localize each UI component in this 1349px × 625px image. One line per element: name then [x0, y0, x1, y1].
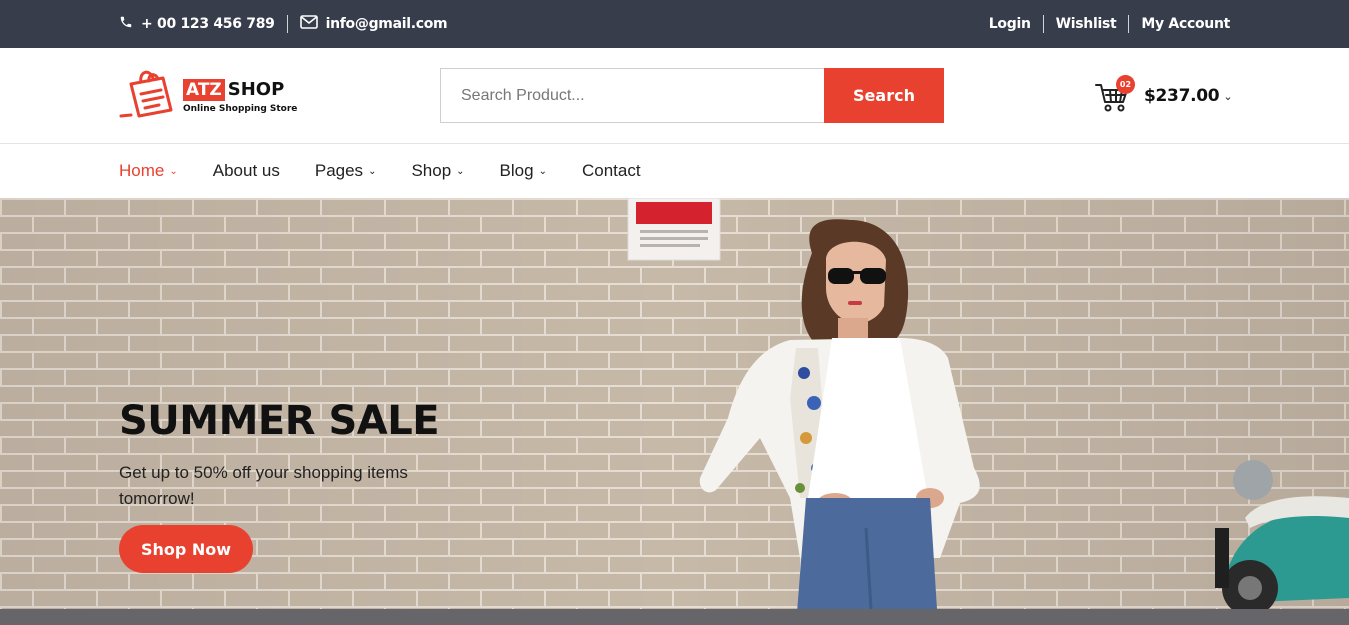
nav-item-contact[interactable]: Contact	[582, 161, 641, 181]
site-logo[interactable]: ATZ SHOP Online Shopping Store	[119, 68, 297, 124]
cart-total: $237.00	[1144, 86, 1220, 106]
nav-item-blog[interactable]: Blog ⌄	[500, 161, 547, 181]
search-bar: Search	[440, 68, 944, 123]
nav-item-label: Shop	[411, 161, 452, 180]
logo-shop: SHOP	[227, 78, 285, 100]
cart-count-badge: 02	[1116, 75, 1135, 94]
nav-item-label: Home	[119, 161, 165, 180]
nav-item-label: Pages	[314, 161, 364, 180]
chevron-down-icon: ⌄	[538, 165, 547, 177]
logo-tagline: Online Shopping Store	[183, 103, 298, 114]
search-input[interactable]	[440, 68, 824, 123]
nav-item-home[interactable]: Home ⌄	[119, 161, 178, 181]
wishlist-link[interactable]: Wishlist	[1056, 16, 1117, 32]
divider	[1042, 15, 1044, 33]
shop-now-button[interactable]: Shop Now	[119, 525, 253, 573]
parking-sign	[627, 198, 721, 261]
shopping-bag-icon	[119, 66, 177, 126]
contact-info: + 00 123 456 789 info@gmail.com	[119, 0, 448, 48]
chevron-down-icon: ⌄	[169, 165, 178, 177]
hero-banner: SUMMER SALE Get up to 50% off your shopp…	[0, 198, 1349, 625]
logo-text: ATZ SHOP Online Shopping Store	[183, 78, 298, 114]
account-links: Login Wishlist My Account	[989, 0, 1230, 48]
chevron-down-icon: ⌄	[368, 165, 377, 177]
main-nav: Home ⌄ About us Pages ⌄ Shop ⌄ Blog ⌄ Co…	[0, 144, 1349, 198]
scooter	[1215, 460, 1349, 616]
search-button[interactable]: Search	[824, 68, 944, 123]
nav-item-label: About us	[212, 161, 280, 180]
hero-subtitle: Get up to 50% off your shopping items to…	[119, 463, 408, 508]
email-address: info@gmail.com	[325, 16, 448, 32]
woman-figure	[699, 219, 980, 625]
phone-icon	[119, 15, 141, 33]
nav-item-about-us[interactable]: About us	[213, 161, 280, 181]
cart-icon[interactable]: 02	[1094, 75, 1135, 114]
logo-atz: ATZ	[183, 78, 225, 101]
nav-item-shop[interactable]: Shop ⌄	[411, 161, 464, 181]
envelope-icon	[299, 15, 326, 33]
chevron-down-icon: ⌄	[1223, 89, 1233, 103]
top-bar: + 00 123 456 789 info@gmail.com Login Wi…	[0, 0, 1349, 48]
phone-number: + 00 123 456 789	[141, 16, 275, 32]
nav-item-label: Blog	[499, 161, 534, 180]
hero-title: SUMMER SALE	[119, 398, 440, 444]
login-link[interactable]: Login	[989, 16, 1031, 32]
divider	[1128, 15, 1130, 33]
site-header: ATZ SHOP Online Shopping Store Search Pr…	[0, 48, 1349, 144]
nav-item-label: Contact	[581, 161, 641, 180]
divider	[286, 15, 288, 33]
chevron-down-icon: ⌄	[456, 165, 465, 177]
email-item[interactable]: info@gmail.com	[299, 15, 448, 33]
mini-cart[interactable]: 02 $237.00 ⌄	[1094, 75, 1233, 114]
nav-item-pages[interactable]: Pages ⌄	[315, 161, 377, 181]
my-account-link[interactable]: My Account	[1141, 16, 1230, 32]
phone-item[interactable]: + 00 123 456 789	[119, 15, 275, 33]
